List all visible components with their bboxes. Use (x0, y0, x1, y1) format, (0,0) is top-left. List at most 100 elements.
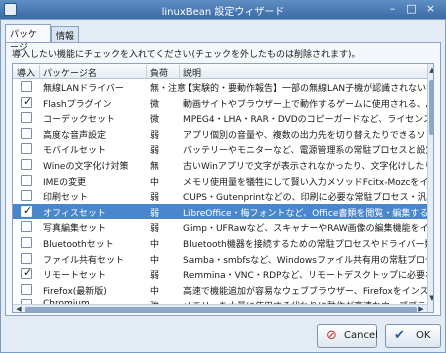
package-load: 微 (150, 99, 160, 110)
table-row[interactable]: 写真編集セット 弱 Gimp・UFRawなど、スキャナーやRAW画像の編集機能をイン… (13, 219, 427, 235)
package-description: 高速で機能追加が容易なウェブブラウザー、Firefoxをインストー (183, 286, 427, 297)
install-checkbox[interactable] (21, 252, 32, 264)
package-name: Flashプラグイン (43, 99, 112, 110)
ok-check-icon: ✔ (394, 328, 405, 343)
close-icon[interactable]: × (424, 3, 437, 16)
package-description: メモリ使用量を犠牲にして賢い入力メソッドFcitx-Mozcをインスト (183, 177, 427, 188)
table-row[interactable]: ✓ オフィスセット 弱 LibreOffice・梅フォントなど、Office書類を閲覧… (13, 203, 427, 220)
wizard-window: パッケージ 情報 導入したい機能にチェックを入れてください(チェックを外したもの… (0, 19, 446, 353)
package-description: Remmina・VNC・RDPなど、リモートデスクトップに必要なライブラ (183, 271, 427, 282)
col-load[interactable]: 負荷 (150, 66, 168, 79)
cancel-label: Cancel (344, 330, 378, 341)
package-load: 弱 (150, 193, 160, 204)
ok-button[interactable]: ✔ OK (385, 324, 441, 348)
table-row[interactable]: ✓ リモートセット 弱 Remmina・VNC・RDPなど、リモートデスクトップに必要… (13, 266, 427, 282)
table-row[interactable]: モバイルセット 弱 バッテリーやモニターなど、電源管理系の常駐プロセスと設定ア (13, 141, 427, 157)
package-name: Firefox(最新版) (43, 286, 107, 297)
package-name: 印刷セット (43, 193, 89, 204)
package-name: IMEの変更 (43, 177, 87, 188)
table-row[interactable]: ファイル共有セット 中 Samba・smbfsなど、Windowsファイル共有用の常… (13, 251, 427, 267)
table-row[interactable]: IMEの変更 中 メモリ使用量を犠牲にして賢い入力メソッドFcitx-Mozcをイン… (13, 173, 427, 189)
table-row[interactable]: Wineの文字化け対策 無 古いWinアプリで文字が表示されなかったり、文字化けした… (13, 157, 427, 173)
package-load: 弱 (150, 130, 160, 141)
table-row[interactable]: 印刷セット 弱 CUPS・Gutenprintなどの、印刷に必要な常駐プロセス・汎用… (13, 188, 427, 204)
install-checkbox[interactable]: ✓ (21, 203, 33, 217)
table-row[interactable]: ✓ Flashプラグイン 微 動画サイトやブラウザー上で動作するゲームに使用される、A… (13, 95, 427, 111)
package-name: コーデックセット (43, 115, 116, 126)
col-description[interactable]: 説明 (183, 66, 201, 79)
install-checkbox[interactable] (21, 236, 32, 248)
window-title: linuxBean 設定ウィザード (161, 7, 285, 18)
install-checkbox[interactable] (21, 143, 32, 155)
package-load: 中 (150, 286, 160, 297)
package-name: 高度な音声設定 (43, 130, 107, 141)
package-load: 弱 (150, 224, 160, 235)
package-description: 動画サイトやブラウザー上で動作するゲームに使用される、Adob (183, 99, 427, 110)
package-description: CUPS・Gutenprintなどの、印刷に必要な常駐プロセス・汎用ド (183, 193, 427, 204)
title-bar: linuxBean 設定ウィザード – □ × (0, 0, 446, 19)
minimize-icon[interactable]: – (386, 3, 399, 16)
table-header: 導入 パッケージ名 負荷 説明 (13, 64, 427, 79)
install-checkbox[interactable] (21, 190, 32, 202)
vertical-scroll-thumb[interactable] (429, 80, 433, 135)
package-load: 無 (150, 161, 160, 172)
package-description: Gimp・UFRawなど、スキャナーやRAW画像の編集機能をインスト (183, 224, 427, 235)
install-checkbox[interactable] (21, 174, 32, 186)
checkmark-icon: ✓ (23, 203, 33, 217)
package-load: 中 (150, 255, 160, 266)
col-package-name[interactable]: パッケージ名 (43, 66, 97, 79)
package-table: 導入 パッケージ名 負荷 説明 無線LANドライバー 無・注意 【実験的・要動作報告… (12, 63, 434, 313)
table-rows: 無線LANドライバー 無・注意 【実験的・要動作報告】一部の無線LAN子機が認識され… (13, 79, 427, 312)
cancel-button[interactable]: ⊘ Cancel (317, 324, 378, 348)
package-name: 写真編集セット (43, 224, 107, 235)
table-row[interactable]: 無線LANドライバー 無・注意 【実験的・要動作報告】一部の無線LAN子機が認識され… (13, 79, 427, 95)
package-description: バッテリーやモニターなど、電源管理系の常駐プロセスと設定ア (183, 146, 427, 157)
scroll-right-icon[interactable]: ▶ (416, 305, 426, 312)
scroll-left-icon[interactable]: ◀ (14, 305, 24, 312)
scroll-up-icon[interactable]: ▲ (428, 66, 433, 74)
package-name: リモートセット (43, 271, 107, 282)
package-description: 【実験的・要動作報告】一部の無線LAN子機が認識されない問題 (183, 84, 427, 94)
package-description: アプリ個別の音量や、複数の出力先を切り替えたりできるソフトウ (183, 130, 427, 141)
install-checkbox[interactable] (21, 283, 32, 295)
package-description: Bluetooth機器を接続するための常駐プロセスやドライバー類を (183, 239, 427, 250)
col-install[interactable]: 導入 (17, 66, 35, 79)
package-description: MPEG4・LHA・RAR・DVDのコピーガードなど、ライセンスの関係 (183, 115, 427, 126)
packages-panel: 導入したい機能にチェックを入れてください(チェックを外したものは削除されます)。… (5, 42, 441, 316)
install-checkbox[interactable] (21, 158, 32, 170)
package-name: Wineの文字化け対策 (43, 161, 129, 172)
install-checkbox[interactable] (21, 112, 32, 124)
package-description: LibreOffice・梅フォントなど、Office書類を閲覧・編集するために (183, 208, 427, 219)
checkmark-icon: ✓ (23, 94, 33, 108)
install-checkbox[interactable]: ✓ (21, 266, 32, 280)
package-load: 弱 (150, 146, 160, 157)
install-checkbox[interactable] (21, 127, 32, 139)
package-load: 弱 (150, 208, 160, 219)
package-name: 無線LANドライバー (43, 84, 124, 94)
intro-text: 導入したい機能にチェックを入れてください(チェックを外したものは削除されます)。 (12, 50, 361, 60)
package-load: 微 (150, 115, 160, 126)
package-name: Bluetoothセット (43, 239, 114, 250)
package-load: 中 (150, 177, 160, 188)
cancel-icon: ⊘ (326, 328, 337, 343)
package-name: オフィスセット (43, 208, 106, 219)
table-row[interactable]: コーデックセット 微 MPEG4・LHA・RAR・DVDのコピーガードなど、ライセン… (13, 110, 427, 126)
table-row[interactable]: Firefox(最新版) 中 高速で機能追加が容易なウェブブラウザー、Firefox… (13, 282, 427, 298)
horizontal-scroll-thumb[interactable] (25, 307, 417, 312)
horizontal-scrollbar[interactable]: ◀ ▶ (13, 304, 427, 312)
package-description: 古いWinアプリで文字が表示されなかったり、文字化けしたりする (183, 161, 427, 172)
ok-label: OK (416, 330, 431, 341)
scroll-down-icon[interactable]: ▼ (428, 294, 433, 302)
tab-packages[interactable]: パッケージ (5, 24, 51, 53)
package-load: 弱 (150, 271, 160, 282)
package-load: 中 (150, 239, 160, 250)
vertical-scrollbar[interactable]: ▲ ▼ (427, 64, 433, 312)
install-checkbox[interactable]: ✓ (21, 94, 33, 108)
table-row[interactable]: Bluetoothセット 中 Bluetooth機器を接続するための常駐プロセスやド… (13, 235, 427, 251)
install-checkbox[interactable] (21, 221, 32, 233)
package-description: Samba・smbfsなど、Windowsファイル共有用の常駐プロセスと (183, 255, 427, 266)
table-row[interactable]: 高度な音声設定 弱 アプリ個別の音量や、複数の出力先を切り替えたりできるソフトウ (13, 126, 427, 142)
maximize-icon[interactable]: □ (405, 3, 418, 16)
install-checkbox[interactable] (21, 81, 32, 92)
tab-info[interactable]: 情報 (51, 26, 79, 42)
